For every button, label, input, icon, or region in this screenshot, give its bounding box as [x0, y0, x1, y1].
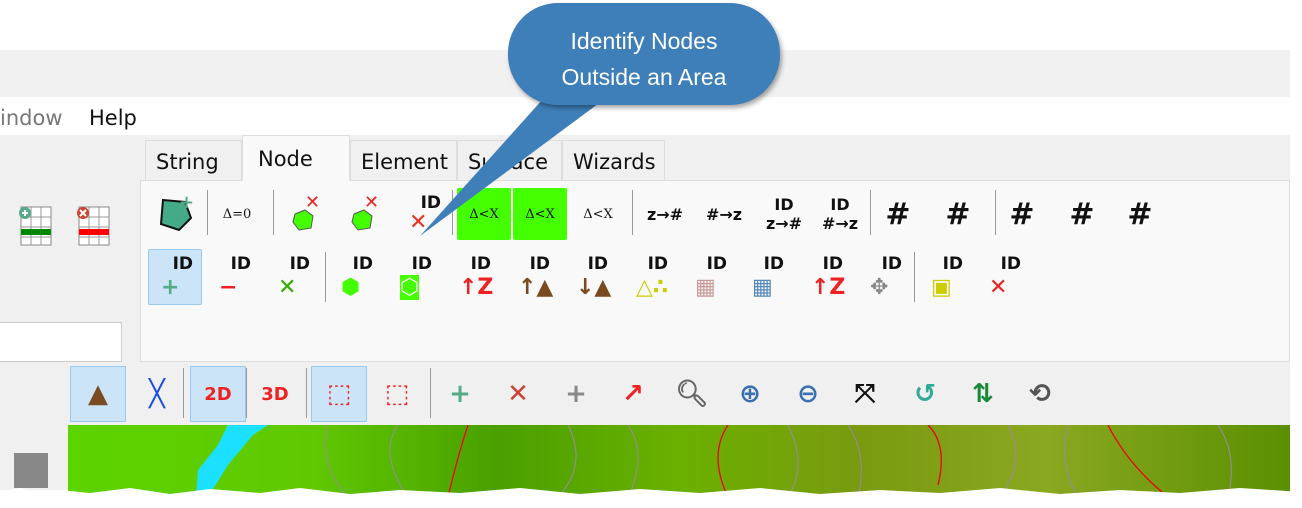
callout-line-1: Identify Nodes	[570, 28, 718, 54]
callout-line-2: Outside an Area	[561, 64, 727, 90]
callout-bubble: Identify Nodes Outside an Area	[508, 3, 780, 105]
